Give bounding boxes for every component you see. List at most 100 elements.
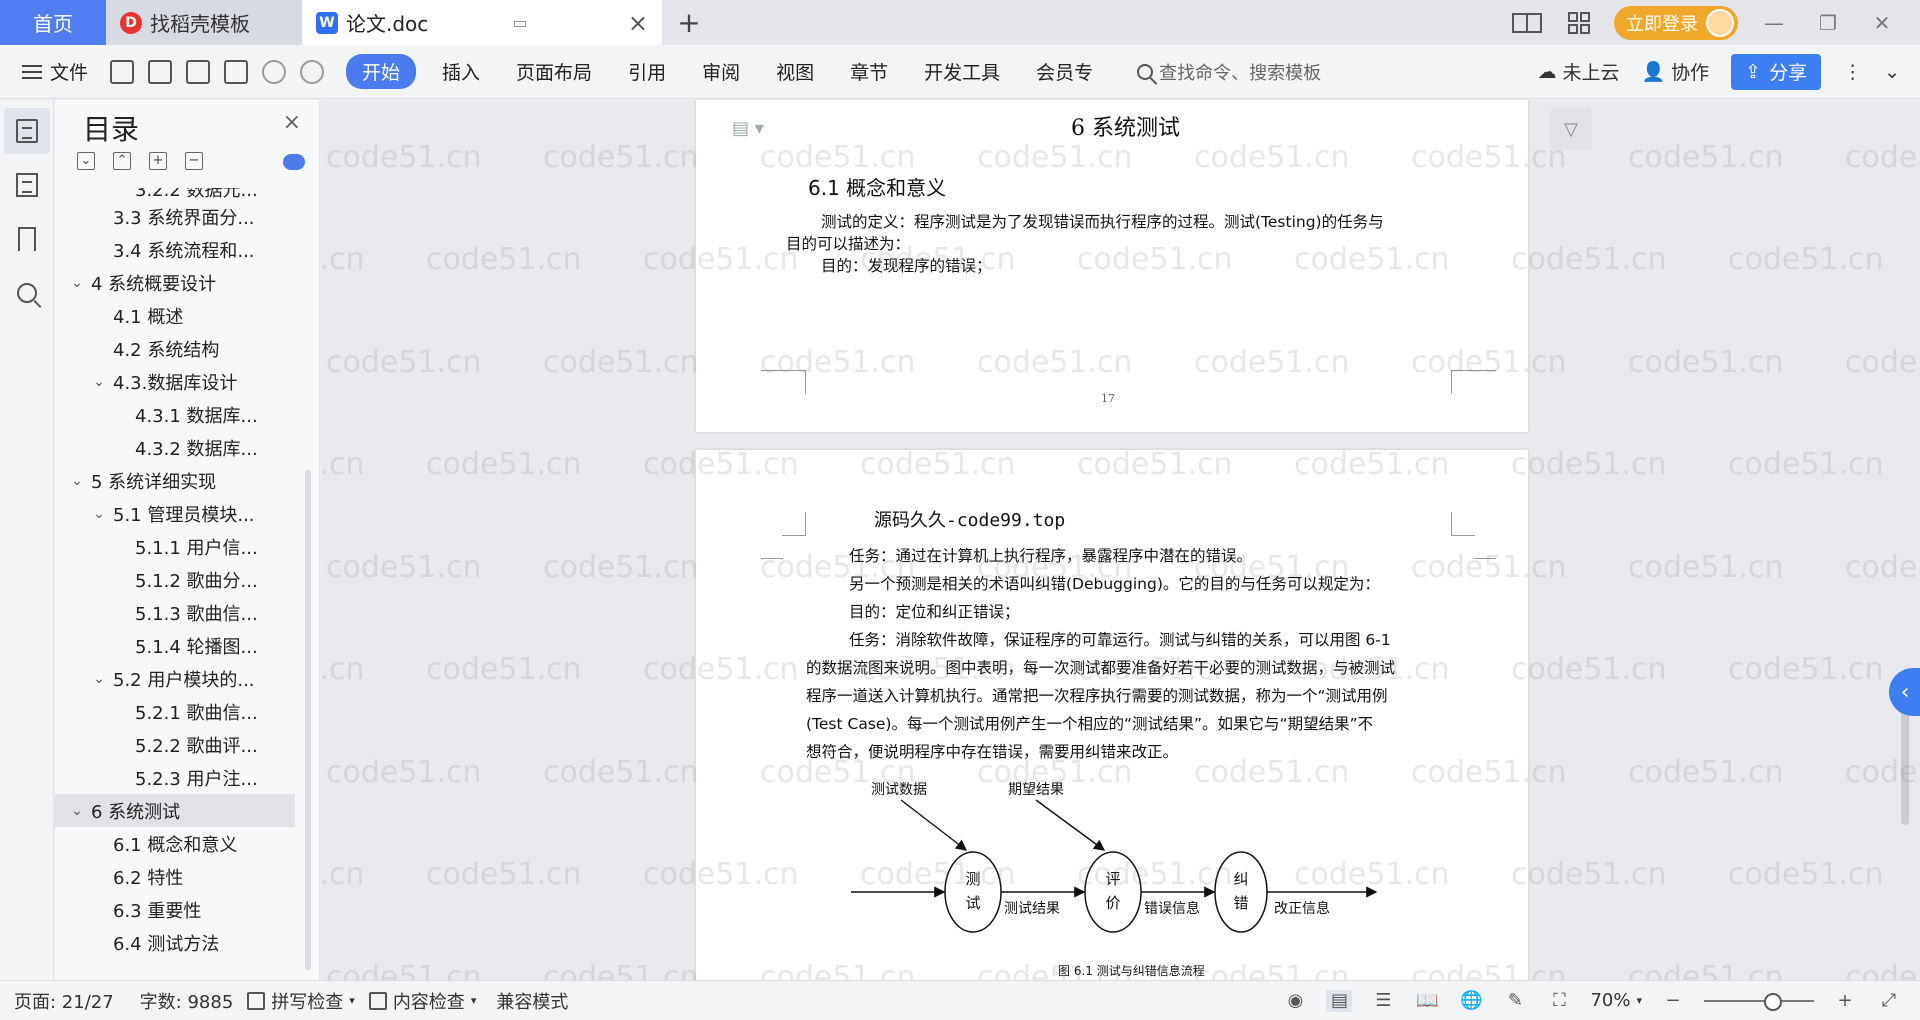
ribbon-tab-view[interactable]: 视图 <box>758 52 832 91</box>
expand-all-icon[interactable]: ⌄ <box>77 152 95 170</box>
ribbon-tab-home[interactable]: 开始 <box>346 54 417 89</box>
print-preview-icon[interactable] <box>224 59 249 84</box>
chevron-down-icon[interactable]: ⌄ <box>91 506 107 522</box>
export-icon[interactable] <box>148 59 173 84</box>
share-button[interactable]: ⇪ 分享 <box>1731 53 1822 90</box>
close-window-icon[interactable]: ✕ <box>1864 11 1900 35</box>
apps-grid-icon[interactable] <box>1562 9 1596 37</box>
zoom-in-icon[interactable]: + <box>1832 990 1858 1012</box>
ribbon-tab-layout[interactable]: 页面布局 <box>498 52 610 91</box>
toc-item[interactable]: 3.2.2 数据元... <box>55 188 295 200</box>
toc-panel-button[interactable] <box>4 108 50 154</box>
web-view-icon[interactable]: 🌐 <box>1458 990 1484 1012</box>
toc-item[interactable]: 4.3.1 数据库... <box>55 398 295 431</box>
toc-item[interactable]: ⌄ 4.3.数据库设计 <box>55 365 295 398</box>
fit-page-icon[interactable]: ⛶ <box>1546 990 1572 1012</box>
restore-icon[interactable]: ❐ <box>1810 11 1846 35</box>
toc-item[interactable]: ⌄ 6 系统测试 <box>55 794 295 827</box>
content-check-button[interactable]: 内容检查 ▾ <box>368 988 476 1014</box>
outline-view-icon[interactable]: ☰ <box>1370 990 1396 1012</box>
ai-assistant-icon[interactable] <box>283 154 305 170</box>
toc-item[interactable]: 6.3 重要性 <box>55 893 295 926</box>
toc-item[interactable]: 3.4 系统流程和... <box>55 233 295 266</box>
command-search[interactable]: 查找命令、搜索模板 <box>1137 59 1321 85</box>
toc-item[interactable]: 5.2.3 用户注... <box>55 761 295 794</box>
close-tab-icon[interactable]: × <box>628 9 648 37</box>
toc-item[interactable]: 4.1 概述 <box>55 299 295 332</box>
chevron-down-icon[interactable]: ⌄ <box>91 374 107 390</box>
bookmark-panel-button[interactable] <box>4 216 50 262</box>
document-page[interactable]: ▤ ▾ 6 系统测试 6.1 概念和意义 测试的定义：程序测试是为了发现错误而执… <box>696 100 1528 432</box>
chevron-down-icon[interactable]: ⌄ <box>69 803 85 819</box>
collapse-ribbon-icon[interactable]: ⌄ <box>1884 61 1900 83</box>
page-view-icon[interactable]: ▤ <box>1326 989 1353 1012</box>
new-tab-button[interactable]: + <box>662 0 716 45</box>
toc-item[interactable]: 4.3.2 数据库... <box>55 431 295 464</box>
ribbon-tab-insert[interactable]: 插入 <box>424 52 498 91</box>
redo-icon[interactable] <box>300 59 325 84</box>
toc-item[interactable]: ⌄ 5 系统详细实现 <box>55 464 295 497</box>
toc-item[interactable]: 6.1 概念和意义 <box>55 827 295 860</box>
zoom-out-icon[interactable]: − <box>1660 990 1686 1012</box>
toc-item[interactable]: ⌄ 4 系统概要设计 <box>55 266 295 299</box>
chevron-down-icon[interactable]: ⌄ <box>69 275 85 291</box>
close-panel-icon[interactable]: × <box>283 110 301 135</box>
print-icon[interactable] <box>186 59 211 84</box>
eye-protection-icon[interactable]: ◉ <box>1282 990 1308 1012</box>
vertical-scrollbar[interactable] <box>1895 100 1915 980</box>
tab-document[interactable]: W 论文.doc ▭ × <box>302 0 662 45</box>
dropdown-icon[interactable]: ▾ <box>1636 994 1642 1007</box>
toc-item[interactable]: 5.1.4 轮播图... <box>55 629 295 662</box>
collaborate-button[interactable]: 👤 协作 <box>1641 58 1709 85</box>
pen-icon[interactable]: ✎ <box>1502 990 1528 1012</box>
layout-toggle-icon[interactable] <box>1510 9 1544 37</box>
chevron-down-icon[interactable]: ⌄ <box>91 671 107 687</box>
watermark-text: code51.cn <box>1511 447 1667 482</box>
toc-item[interactable]: 6.4 测试方法 <box>55 926 295 959</box>
save-icon[interactable] <box>110 59 135 84</box>
tab-window-icon[interactable]: ▭ <box>513 13 528 32</box>
toc-item[interactable]: 5.2.2 歌曲评... <box>55 728 295 761</box>
toc-item[interactable]: ⌄ 5.1 管理员模块... <box>55 497 295 530</box>
reading-view-icon[interactable]: 📖 <box>1414 990 1440 1012</box>
collapse-all-icon[interactable]: ⌃ <box>113 152 131 170</box>
home-tab[interactable]: 首页 <box>0 0 106 45</box>
ribbon-tab-review[interactable]: 审阅 <box>684 52 758 91</box>
toc-scrollbar[interactable] <box>305 470 311 970</box>
toc-item[interactable]: 4.2 系统结构 <box>55 332 295 365</box>
spell-check-button[interactable]: 拼写检查 ▾ <box>247 988 355 1014</box>
ribbon-tab-member[interactable]: 会员专 <box>1018 52 1111 91</box>
navigation-panel-button[interactable] <box>4 162 50 208</box>
toc-item[interactable]: 5.2.1 歌曲信... <box>55 695 295 728</box>
file-menu-button[interactable]: 文件 <box>22 58 88 85</box>
remove-heading-icon[interactable]: − <box>185 152 203 170</box>
page-count[interactable]: 页面: 21/27 <box>14 988 114 1014</box>
ribbon-tab-references[interactable]: 引用 <box>610 52 684 91</box>
search-panel-button[interactable] <box>4 270 50 316</box>
minimize-icon[interactable]: — <box>1756 11 1792 35</box>
add-heading-icon[interactable]: + <box>149 152 167 170</box>
cloud-status-button[interactable]: ☁ 未上云 <box>1537 58 1619 85</box>
zoom-slider[interactable] <box>1704 992 1814 1011</box>
page-menu-icon[interactable]: ▤ ▾ <box>732 118 764 139</box>
toc-item[interactable]: 5.1.3 歌曲信... <box>55 596 295 629</box>
ribbon-tab-section[interactable]: 章节 <box>832 52 906 91</box>
toc-item[interactable]: 5.1.1 用户信... <box>55 530 295 563</box>
page-tools-button[interactable]: ▽ <box>1550 108 1592 150</box>
word-count[interactable]: 字数: 9885 <box>140 988 234 1014</box>
document-area[interactable]: ▤ ▾ 6 系统测试 6.1 概念和意义 测试的定义：程序测试是为了发现错误而执… <box>321 100 1920 980</box>
toc-item[interactable]: ⌄ 5.2 用户模块的... <box>55 662 295 695</box>
toc-item[interactable]: 3.3 系统界面分... <box>55 200 295 233</box>
tab-docer-templates[interactable]: D 找稻壳模板 <box>106 0 302 45</box>
toc-item[interactable]: 6.2 特性 <box>55 860 295 893</box>
zoom-level[interactable]: 70% <box>1590 990 1630 1011</box>
expand-side-panel-button[interactable]: ‹ <box>1889 668 1920 716</box>
more-options-icon[interactable]: ⋮ <box>1843 61 1862 83</box>
toc-item[interactable]: 5.1.2 歌曲分... <box>55 563 295 596</box>
undo-icon[interactable] <box>262 59 287 84</box>
login-button[interactable]: 立即登录 <box>1614 5 1738 40</box>
ribbon-tab-developer[interactable]: 开发工具 <box>906 52 1018 91</box>
chevron-down-icon[interactable]: ⌄ <box>69 473 85 489</box>
document-page[interactable]: 源码久久-code99.top 任务：通过在计算机上执行程序，暴露程序中潜在的错… <box>696 450 1528 980</box>
fullscreen-icon[interactable]: ⤢ <box>1876 990 1902 1012</box>
